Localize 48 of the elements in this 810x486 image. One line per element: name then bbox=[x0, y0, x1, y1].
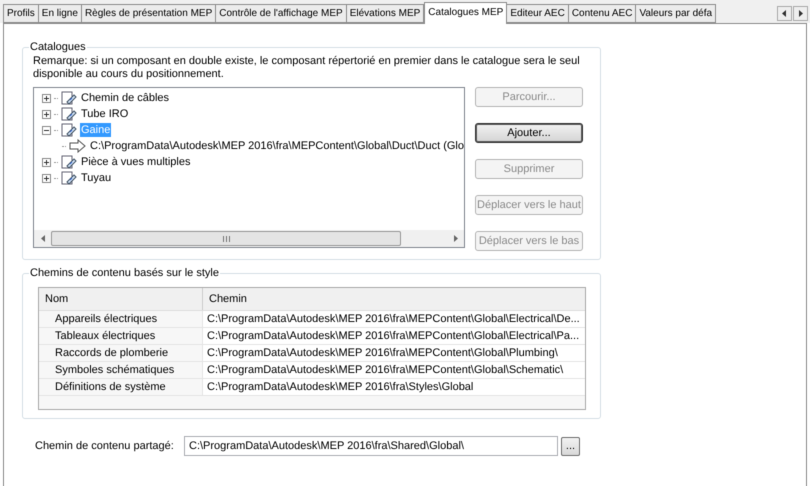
tab[interactable]: Règles de présentation MEP bbox=[80, 4, 216, 23]
table-cell: Symboles schématiques bbox=[39, 362, 203, 378]
scrollbar-thumb[interactable] bbox=[51, 231, 401, 246]
right-arrow-icon bbox=[798, 10, 803, 17]
column-header[interactable]: Nom bbox=[39, 288, 203, 310]
expand-icon[interactable] bbox=[42, 94, 51, 102]
table-cell: Définitions de système bbox=[39, 379, 203, 395]
tree-item[interactable]: Pièce à vues multiples bbox=[80, 155, 192, 169]
table-cell-text: C:\ProgramData\Autodesk\MEP 2016\fra\MEPContent\Global\Electrical\De... bbox=[206, 312, 581, 327]
field-label: Chemin de contenu partagé: bbox=[35, 438, 175, 454]
table-cell-text: C:\ProgramData\Autodesk\MEP 2016\fra\MEPContent\Global\Plumbing\ bbox=[206, 346, 559, 361]
column-header[interactable]: Chemin bbox=[203, 288, 585, 310]
table-cell: Tableaux électriques bbox=[39, 328, 203, 344]
tab[interactable]: Profils bbox=[3, 4, 39, 23]
tab[interactable]: Contrôle de l'affichage MEP bbox=[215, 4, 347, 23]
path-field[interactable]: C:\ProgramData\Autodesk\MEP 2016\fra\Shared\Global\ bbox=[184, 436, 558, 456]
tab[interactable]: En ligne bbox=[38, 4, 82, 23]
tree-item[interactable]: Tuyau bbox=[80, 171, 112, 185]
table-cell-text: C:\ProgramData\Autodesk\MEP 2016\fra\MEPContent\Global\Electrical\Pa... bbox=[206, 329, 580, 344]
expand-icon[interactable] bbox=[42, 158, 51, 166]
tree-item[interactable]: Chemin de câbles bbox=[80, 91, 170, 105]
note-text: Remarque: si un composant en double existe, le composant répertorié en premier dans le catalogue sera le seul disponible au cours du positionnement. bbox=[33, 55, 581, 81]
browse-button[interactable]: ... bbox=[561, 436, 580, 456]
tab[interactable]: Valeurs par défa bbox=[635, 4, 716, 23]
tab[interactable]: Catalogues MEP bbox=[424, 2, 508, 24]
tab[interactable]: Elévations MEP bbox=[346, 4, 424, 23]
expand-icon[interactable] bbox=[42, 110, 51, 118]
grip-icon bbox=[222, 236, 230, 242]
group-title: Chemins de contenu basés sur le style bbox=[29, 266, 220, 280]
right-arrow-icon bbox=[454, 235, 458, 242]
arrow-icon bbox=[69, 139, 88, 153]
tab[interactable]: Contenu AEC bbox=[568, 4, 636, 23]
scroll-right-button[interactable] bbox=[793, 6, 808, 21]
scroll-left-button[interactable] bbox=[777, 6, 792, 21]
horizontal-scrollbar[interactable] bbox=[34, 230, 464, 247]
table-cell: Appareils électriques bbox=[39, 311, 203, 327]
table-cell: Raccords de plomberie bbox=[39, 345, 203, 361]
tree-item[interactable]: C:\ProgramData\Autodesk\MEP 2016\fra\MEPContent\Global\Duct\Duct (Glo bbox=[90, 138, 464, 154]
action-button[interactable]: Ajouter... bbox=[475, 123, 583, 143]
collapse-icon[interactable] bbox=[42, 126, 51, 134]
left-arrow-icon bbox=[782, 10, 787, 17]
table-cell-text: C:\ProgramData\Autodesk\MEP 2016\fra\MEPContent\Global\Schematic\ bbox=[206, 363, 564, 378]
tree-item[interactable]: Tube IRO bbox=[80, 107, 130, 121]
tab[interactable]: Editeur AEC bbox=[506, 4, 569, 23]
group-title: Catalogues bbox=[29, 40, 87, 54]
left-arrow-icon bbox=[40, 235, 44, 242]
table-cell-text: C:\ProgramData\Autodesk\MEP 2016\fra\Styles\Global bbox=[206, 380, 474, 395]
expand-icon[interactable] bbox=[42, 174, 51, 182]
